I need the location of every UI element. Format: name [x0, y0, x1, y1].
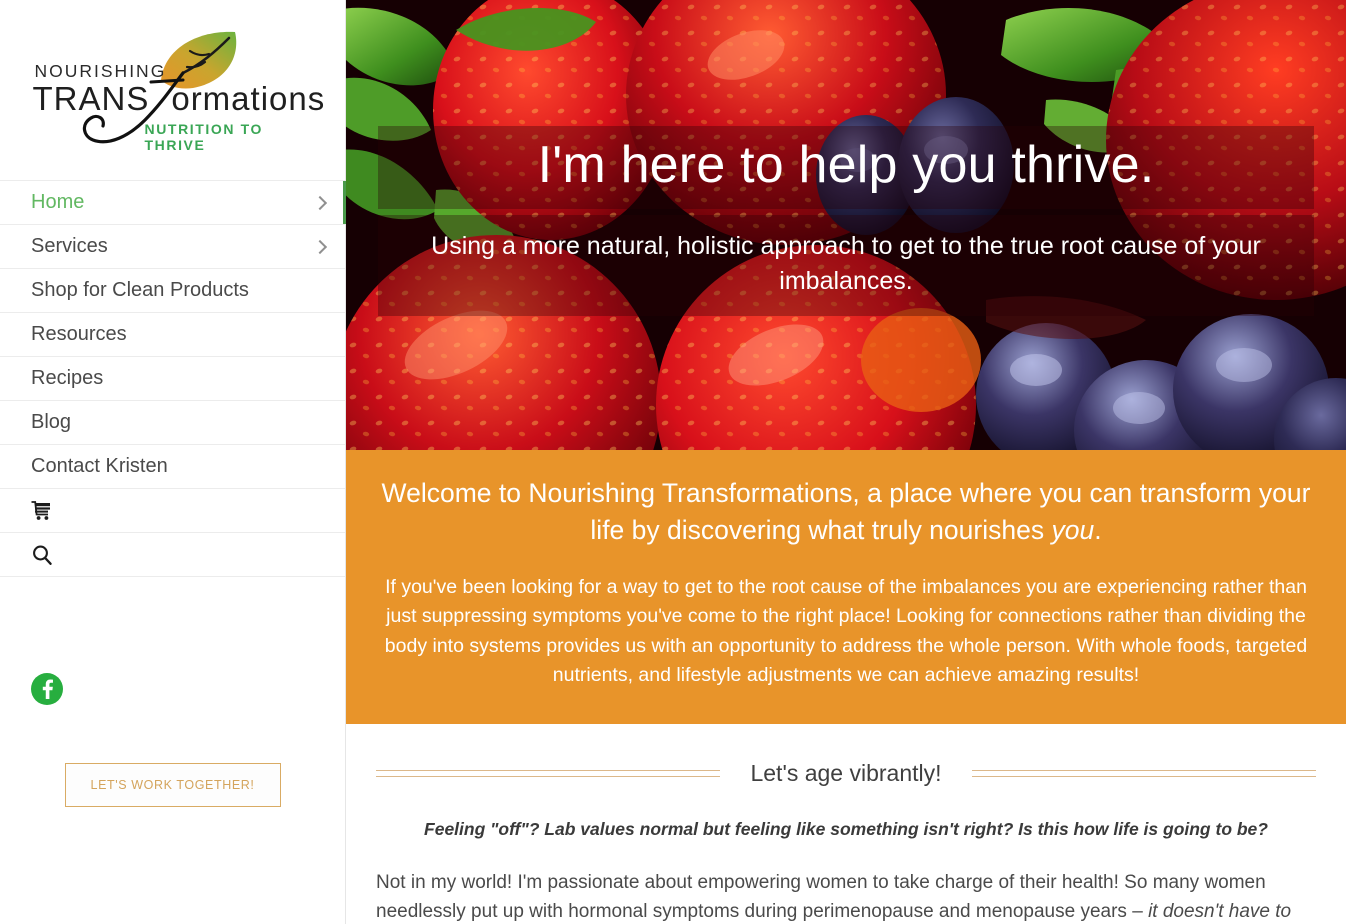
page-root: NOURISHING TRANS ormations NUTRITION TO T…	[0, 0, 1346, 924]
sidebar: NOURISHING TRANS ormations NUTRITION TO T…	[0, 0, 346, 924]
sidebar-item-label: Contact Kristen	[31, 455, 168, 477]
hero-text-overlay: I'm here to help you thrive. Using a mor…	[378, 0, 1314, 450]
welcome-title-emphasis: you	[1051, 514, 1095, 545]
facebook-icon[interactable]	[31, 673, 63, 705]
sidebar-item-shop-for-clean-products[interactable]: Shop for Clean Products	[0, 269, 345, 313]
hero-subtitle-band: Using a more natural, holistic approach …	[378, 214, 1314, 316]
sidebar-item-contact-kristen[interactable]: Contact Kristen	[0, 445, 345, 489]
site-logo[interactable]: NOURISHING TRANS ormations NUTRITION TO T…	[0, 0, 345, 180]
sidebar-item-search[interactable]	[0, 533, 345, 577]
shopping-cart-icon[interactable]	[31, 500, 53, 521]
welcome-title-suffix: .	[1094, 514, 1102, 545]
content-section: Let's age vibrantly! Feeling "off"? Lab …	[346, 724, 1346, 924]
sidebar-item-resources[interactable]: Resources	[0, 313, 345, 357]
section-heading-row: Let's age vibrantly!	[376, 760, 1317, 787]
sidebar-item-blog[interactable]: Blog	[0, 401, 345, 445]
social-links	[0, 577, 345, 705]
search-icon[interactable]	[31, 544, 53, 566]
welcome-body: If you've been looking for a way to get …	[384, 576, 1308, 686]
logo-line-nourishing: NOURISHING	[34, 60, 167, 81]
sidebar-item-label: Shop for Clean Products	[31, 279, 249, 301]
main-navigation: Home Services Shop for Clean Products Re…	[0, 180, 346, 577]
main-content: I'm here to help you thrive. Using a mor…	[346, 0, 1346, 924]
welcome-title: Welcome to Nourishing Transformations, a…	[376, 475, 1316, 548]
section-heading: Let's age vibrantly!	[750, 760, 942, 787]
lets-work-together-button[interactable]: LET'S WORK TOGETHER!	[64, 763, 281, 807]
logo-ormations: ormations	[171, 79, 326, 117]
sidebar-item-label: Blog	[31, 411, 72, 433]
hero-title: I'm here to help you thrive.	[537, 136, 1155, 195]
sidebar-item-label: Services	[31, 235, 108, 257]
sidebar-item-home[interactable]: Home	[0, 181, 346, 225]
welcome-title-prefix: Welcome to Nourishing Transformations, a…	[381, 478, 1311, 545]
cta-container: LET'S WORK TOGETHER!	[0, 763, 345, 807]
logo-line-transformations: TRANS ormations	[33, 80, 326, 118]
section-paragraph: Not in my world! I'm passionate about em…	[376, 869, 1316, 924]
sidebar-item-label: Resources	[31, 323, 127, 345]
divider-right	[971, 770, 1317, 778]
sidebar-item-label: Home	[31, 191, 85, 213]
paragraph-part-1: Not in my world! I'm passionate about em…	[376, 871, 1266, 922]
logo-trans: TRANS	[32, 79, 150, 117]
divider-left	[376, 770, 721, 778]
hero-title-band: I'm here to help you thrive.	[378, 126, 1314, 209]
hero-banner: I'm here to help you thrive. Using a mor…	[346, 0, 1346, 450]
logo-tagline: NUTRITION TO THRIVE	[144, 120, 263, 153]
sidebar-item-recipes[interactable]: Recipes	[0, 357, 345, 401]
hero-subtitle: Using a more natural, holistic approach …	[431, 231, 1261, 296]
chevron-right-icon[interactable]	[313, 240, 327, 254]
sidebar-item-cart[interactable]	[0, 489, 345, 533]
welcome-section: Welcome to Nourishing Transformations, a…	[346, 450, 1346, 725]
sidebar-item-label: Recipes	[31, 367, 104, 389]
section-lede: Feeling "off"? Lab values normal but fee…	[424, 819, 1268, 840]
chevron-right-icon[interactable]	[313, 196, 327, 210]
sidebar-item-services[interactable]: Services	[0, 225, 345, 269]
